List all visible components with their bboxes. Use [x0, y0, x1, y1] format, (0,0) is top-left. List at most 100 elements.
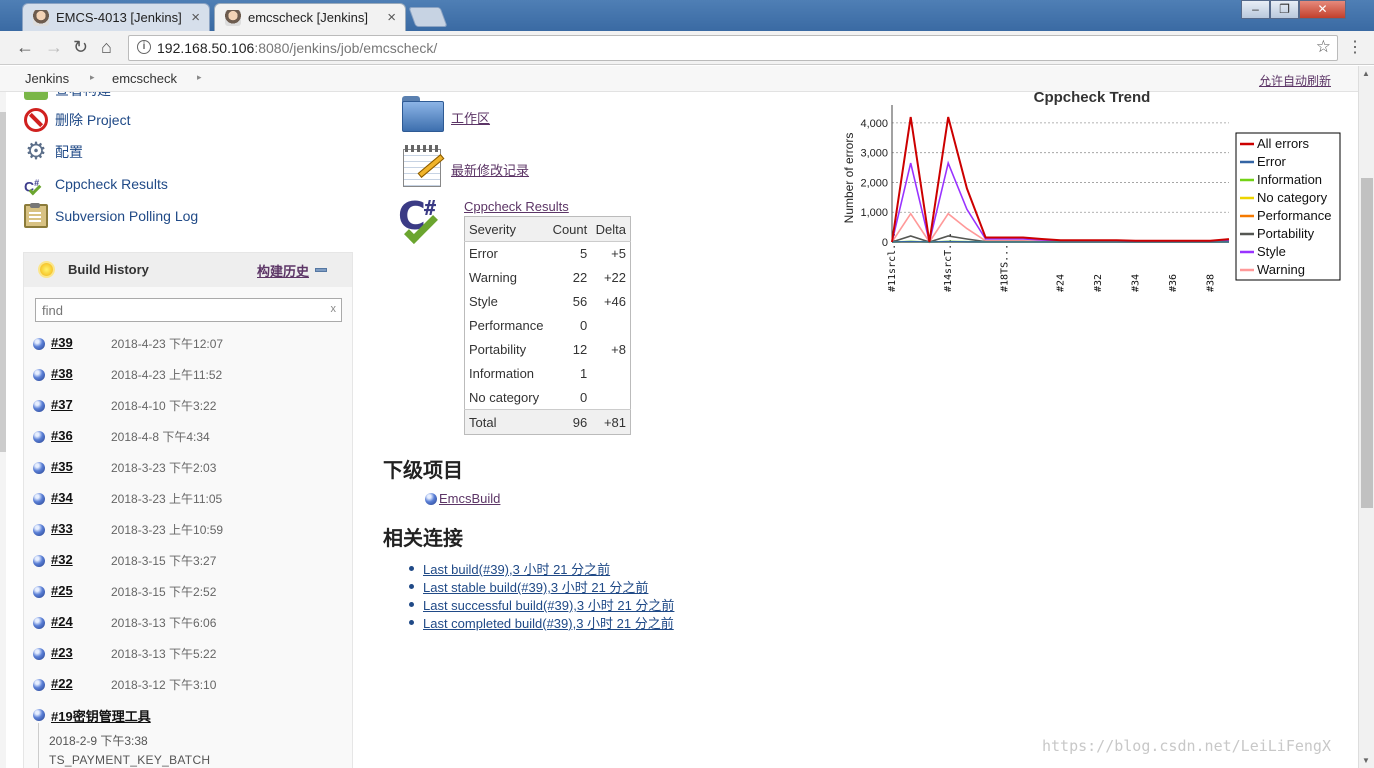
close-icon[interactable]: × [387, 9, 396, 26]
side-panel-scrollbar[interactable] [0, 92, 6, 768]
scrollbar-thumb[interactable] [1361, 178, 1373, 508]
build-link[interactable]: #35 [51, 459, 73, 474]
build-link[interactable]: #34 [51, 490, 73, 505]
permalink-last-completed[interactable]: Last completed build(#39),3 小时 21 分之前 [423, 616, 674, 631]
reload-icon[interactable]: ↻ [73, 37, 88, 58]
build-link[interactable]: #23 [51, 645, 73, 660]
blue-ball-status-icon [425, 493, 437, 505]
build-search-input[interactable] [42, 300, 322, 320]
severity-cell: Information [469, 366, 535, 381]
task-label[interactable]: 删除 Project [55, 110, 130, 130]
build-row[interactable]: #38 2018-4-23 上午11:52 [24, 357, 352, 388]
home-icon[interactable]: ⌂ [101, 37, 112, 58]
task-label[interactable]: Cppcheck Results [55, 176, 168, 192]
build-link[interactable]: #33 [51, 521, 73, 536]
y-tick-label: 3,000 [860, 148, 888, 160]
build-row[interactable]: #37 2018-4-10 下午3:22 [24, 388, 352, 419]
build-search-field[interactable]: x [35, 298, 342, 322]
build-link[interactable]: #32 [51, 552, 73, 567]
legend-label: No category [1257, 190, 1328, 205]
x-tick-label: #38 [1205, 274, 1216, 292]
build-date: 2018-3-23 上午10:59 [111, 523, 224, 537]
delta-cell [591, 314, 630, 338]
series-line-style [891, 160, 1230, 243]
task-label[interactable]: 查看构建 [55, 92, 111, 100]
build-row[interactable]: #36 2018-4-8 下午4:34 [24, 419, 352, 450]
build-link[interactable]: #24 [51, 614, 73, 629]
build-row-19[interactable]: #19密钥管理工具 2018-2-9 下午3:38 TS_PAYMENT_KEY… [24, 697, 352, 768]
task-label[interactable]: 配置 [55, 142, 83, 162]
total-label: Total [464, 409, 549, 435]
build-row[interactable]: #39 2018-4-23 下午12:07 [24, 326, 352, 357]
url-bar[interactable]: i 192.168.50.106:8080/jenkins/job/emcsch… [128, 35, 1338, 61]
close-icon[interactable]: × [191, 9, 200, 26]
build-row[interactable]: #32 2018-3-15 下午3:27 [24, 543, 352, 574]
task-label[interactable]: Subversion Polling Log [55, 208, 198, 224]
breadcrumb-jenkins[interactable]: Jenkins [25, 71, 69, 86]
build-date: 2018-2-9 下午3:38 [49, 734, 148, 748]
clear-icon[interactable]: x [331, 303, 337, 315]
legend-label: Style [1257, 244, 1286, 259]
build-link[interactable]: #39 [51, 335, 73, 350]
minimize-icon[interactable]: – [1241, 0, 1270, 19]
x-tick-label: #34 [1130, 274, 1141, 292]
task-svn-polling-log[interactable]: Subversion Polling Log [24, 203, 198, 228]
build-icon [24, 92, 48, 100]
info-icon[interactable]: i [137, 40, 151, 54]
y-tick-label: 1,000 [860, 207, 888, 219]
permalink-last-stable[interactable]: Last stable build(#39),3 小时 21 分之前 [423, 580, 648, 595]
chevron-right-icon[interactable]: ▸ [90, 72, 95, 83]
x-tick-label: #24 [1056, 274, 1067, 292]
blue-ball-status-icon [33, 369, 45, 381]
build-trend-link[interactable]: 构建历史 [257, 261, 309, 280]
build-link[interactable]: #19密钥管理工具 [51, 706, 151, 725]
browser-titlebar: EMCS-4013 [Jenkins] × emcscheck [Jenkins… [0, 0, 1374, 31]
forward-arrow-icon[interactable]: → [45, 37, 63, 58]
build-row[interactable]: #25 2018-3-15 下午2:52 [24, 574, 352, 605]
downstream-project-link[interactable]: EmcsBuild [439, 491, 500, 506]
legend-label: Error [1257, 154, 1287, 169]
blue-ball-status-icon [33, 462, 45, 474]
cppcheck-trend-chart[interactable]: Cppcheck Trend Number of errors 0 1,000 2,00… [840, 86, 1344, 300]
build-row[interactable]: #35 2018-3-23 下午2:03 [24, 450, 352, 481]
browser-menu-icon[interactable]: ⋮ [1347, 37, 1363, 57]
page-scrollbar[interactable]: ▲ ▼ [1358, 66, 1374, 768]
tab-emcs-4013[interactable]: EMCS-4013 [Jenkins] × [22, 3, 210, 31]
downstream-heading: 下级项目 [383, 460, 463, 482]
build-row[interactable]: #23 2018-3-13 下午5:22 [24, 636, 352, 667]
build-link[interactable]: #38 [51, 366, 73, 381]
delta-cell: +8 [611, 342, 626, 357]
window-close-icon[interactable]: ✕ [1299, 0, 1346, 19]
build-link[interactable]: #22 [51, 676, 73, 691]
build-link[interactable]: #37 [51, 397, 73, 412]
build-link[interactable]: #25 [51, 583, 73, 598]
build-row[interactable]: #34 2018-3-23 上午11:05 [24, 481, 352, 512]
task-delete-project[interactable]: 删除 Project [24, 108, 130, 132]
table-row: No category 0 [465, 386, 631, 410]
tab-emcscheck[interactable]: emcscheck [Jenkins] × [214, 3, 406, 31]
workspace-link[interactable]: 工作区 [451, 108, 490, 127]
back-arrow-icon[interactable]: ← [16, 37, 34, 58]
new-tab-button[interactable] [408, 7, 448, 27]
build-row[interactable]: #24 2018-3-13 下午6:06 [24, 605, 352, 636]
x-tick-label: #18TS... [999, 244, 1010, 292]
task-cppcheck-results[interactable]: C# Cppcheck Results [24, 172, 168, 196]
build-history-panel: Build History 构建历史 x #39 2018-4-23 下午12:0… [23, 252, 353, 768]
build-link[interactable]: #36 [51, 428, 73, 443]
recent-changes-link[interactable]: 最新修改记录 [451, 160, 529, 179]
cppcheck-results-link[interactable]: Cppcheck Results [464, 199, 569, 214]
url-text[interactable]: 192.168.50.106:8080/jenkins/job/emcschec… [157, 40, 437, 56]
task-configure[interactable]: ⚙ 配置 [24, 140, 83, 164]
table-row: Style 56 +46 [465, 290, 631, 314]
build-row[interactable]: #33 2018-3-23 上午10:59 [24, 512, 352, 543]
bookmark-star-icon[interactable]: ☆ [1316, 37, 1331, 57]
chevron-right-icon[interactable]: ▸ [197, 72, 202, 83]
column-header: Severity [464, 216, 549, 242]
build-history-header: Build History 构建历史 [24, 253, 352, 287]
breadcrumb-job[interactable]: emcscheck [112, 71, 177, 86]
maximize-icon[interactable]: ❐ [1270, 0, 1299, 19]
collapse-icon[interactable] [315, 268, 327, 272]
permalink-last-successful[interactable]: Last successful build(#39),3 小时 21 分之前 [423, 598, 674, 613]
build-row[interactable]: #22 2018-3-12 下午3:10 [24, 667, 352, 698]
permalink-last-build[interactable]: Last build(#39),3 小时 21 分之前 [423, 562, 610, 577]
